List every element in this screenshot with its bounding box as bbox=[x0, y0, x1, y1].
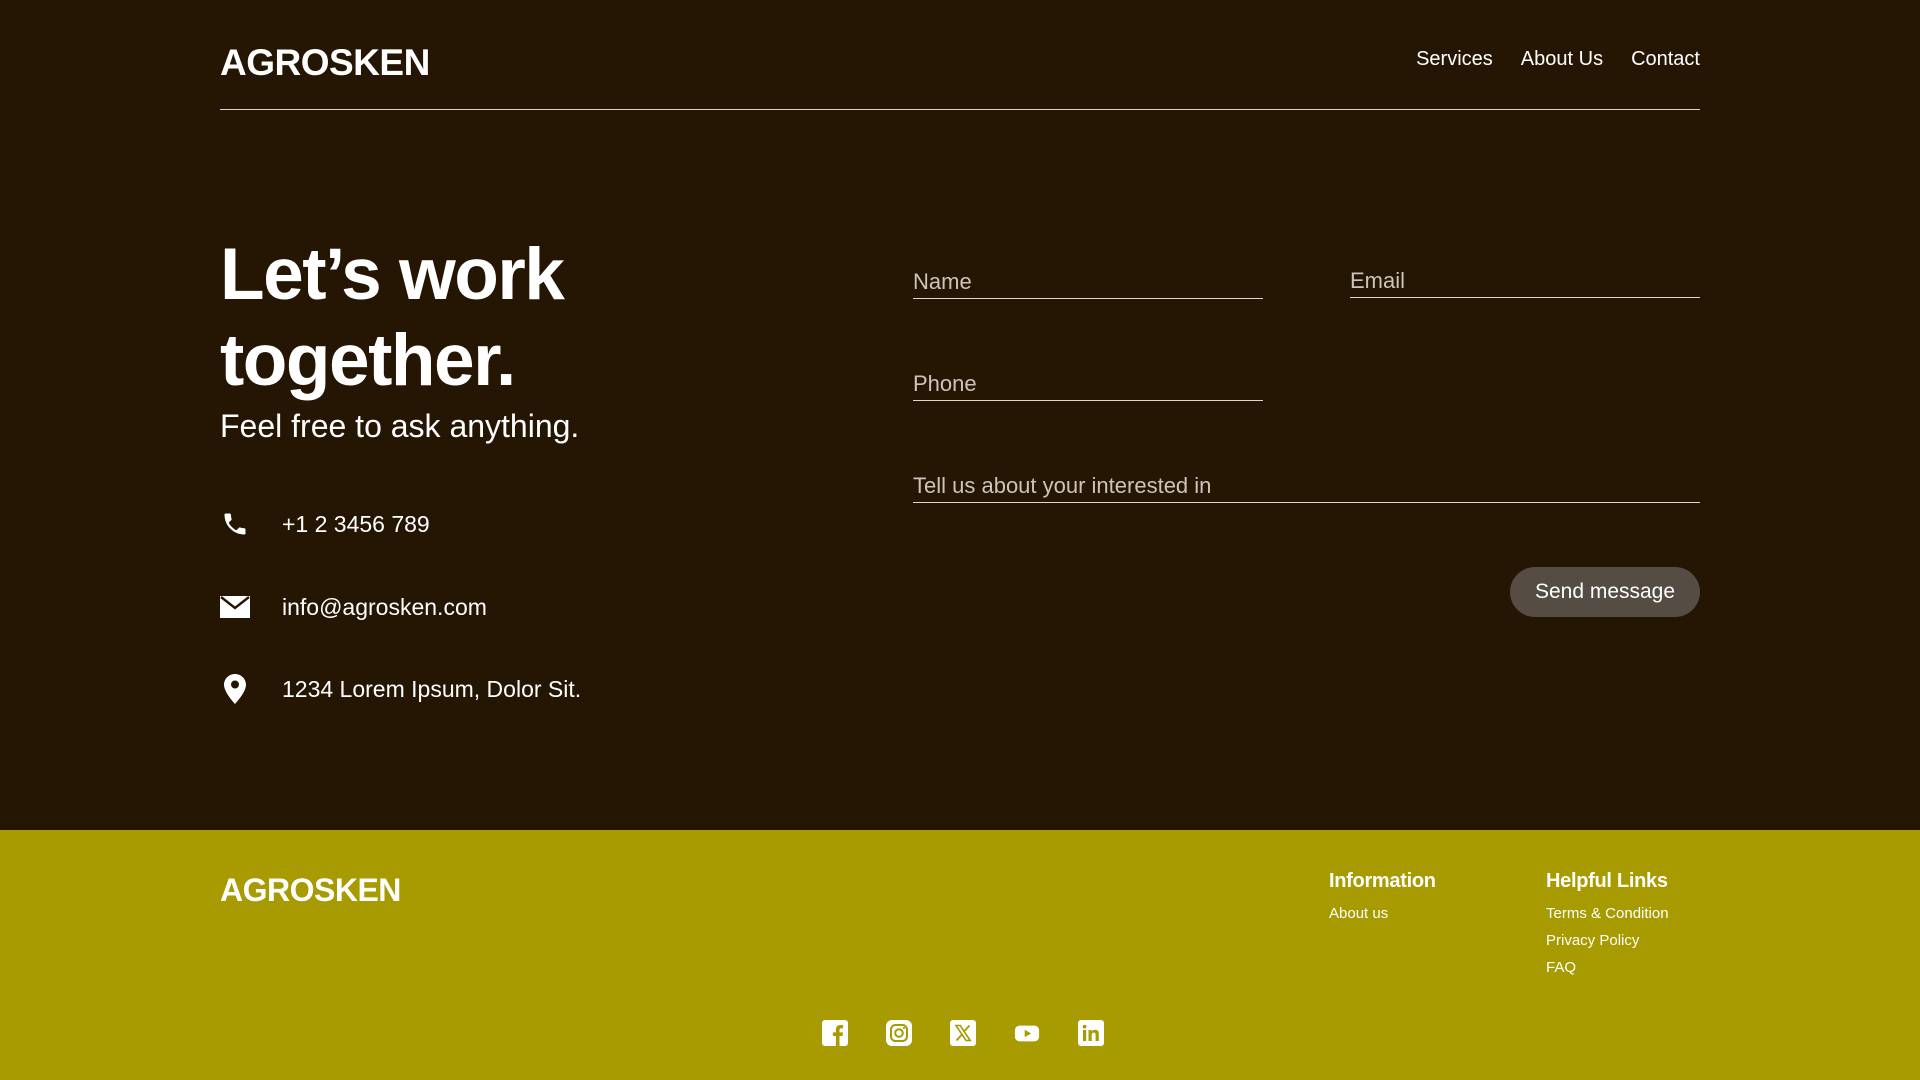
footer-information: Information About us bbox=[1329, 870, 1436, 932]
contact-phone: +1 2 3456 789 bbox=[220, 509, 430, 539]
address-text: 1234 Lorem Ipsum, Dolor Sit. bbox=[282, 675, 582, 702]
facebook-icon[interactable] bbox=[822, 1020, 848, 1046]
instagram-icon[interactable] bbox=[886, 1020, 912, 1046]
x-icon[interactable] bbox=[950, 1020, 976, 1046]
send-message-button[interactable]: Send message bbox=[1510, 567, 1700, 617]
footer-link-about-us[interactable]: About us bbox=[1329, 905, 1436, 922]
footer-logo[interactable]: AGROSKEN bbox=[220, 872, 401, 909]
social-links bbox=[822, 1020, 1104, 1046]
name-field-wrapper bbox=[913, 253, 1263, 299]
interest-field-wrapper bbox=[913, 457, 1700, 503]
phone-field[interactable] bbox=[913, 355, 1263, 400]
phone-number: +1 2 3456 789 bbox=[282, 510, 430, 537]
brand-logo[interactable]: AGROSKEN bbox=[220, 42, 430, 84]
location-pin-icon bbox=[220, 674, 250, 704]
hero-title-line-1: Let’s work bbox=[220, 234, 565, 315]
information-heading: Information bbox=[1329, 870, 1436, 892]
contact-address: 1234 Lorem Ipsum, Dolor Sit. bbox=[220, 674, 581, 704]
email-field[interactable] bbox=[1350, 252, 1700, 297]
phone-icon bbox=[220, 509, 250, 539]
footer-link-privacy[interactable]: Privacy Policy bbox=[1546, 932, 1669, 949]
email-address[interactable]: info@agrosken.com bbox=[282, 594, 487, 621]
contact-section: AGROSKEN Services About Us Contact Let’s… bbox=[0, 0, 1920, 830]
interest-field[interactable] bbox=[913, 457, 1700, 502]
main-nav: Services About Us Contact bbox=[1416, 48, 1700, 71]
nav-about-us[interactable]: About Us bbox=[1521, 48, 1603, 71]
contact-email: info@agrosken.com bbox=[220, 592, 487, 622]
name-field[interactable] bbox=[913, 253, 1263, 298]
hero-title: Let’s work together. bbox=[220, 232, 780, 404]
nav-contact[interactable]: Contact bbox=[1631, 48, 1700, 71]
youtube-icon[interactable] bbox=[1014, 1020, 1040, 1046]
phone-field-wrapper bbox=[913, 355, 1263, 401]
header: AGROSKEN Services About Us Contact bbox=[220, 0, 1700, 110]
linkedin-icon[interactable] bbox=[1078, 1020, 1104, 1046]
footer-link-faq[interactable]: FAQ bbox=[1546, 959, 1669, 976]
hero-title-line-2: together. bbox=[220, 320, 516, 401]
nav-services[interactable]: Services bbox=[1416, 48, 1493, 71]
hero-subtitle: Feel free to ask anything. bbox=[220, 408, 580, 444]
helpful-links-heading: Helpful Links bbox=[1546, 870, 1668, 892]
envelope-icon bbox=[220, 592, 250, 622]
footer-helpful-links: Helpful Links Terms & Condition Privacy … bbox=[1546, 870, 1669, 986]
footer-link-terms[interactable]: Terms & Condition bbox=[1546, 905, 1669, 922]
email-field-wrapper bbox=[1350, 252, 1700, 298]
